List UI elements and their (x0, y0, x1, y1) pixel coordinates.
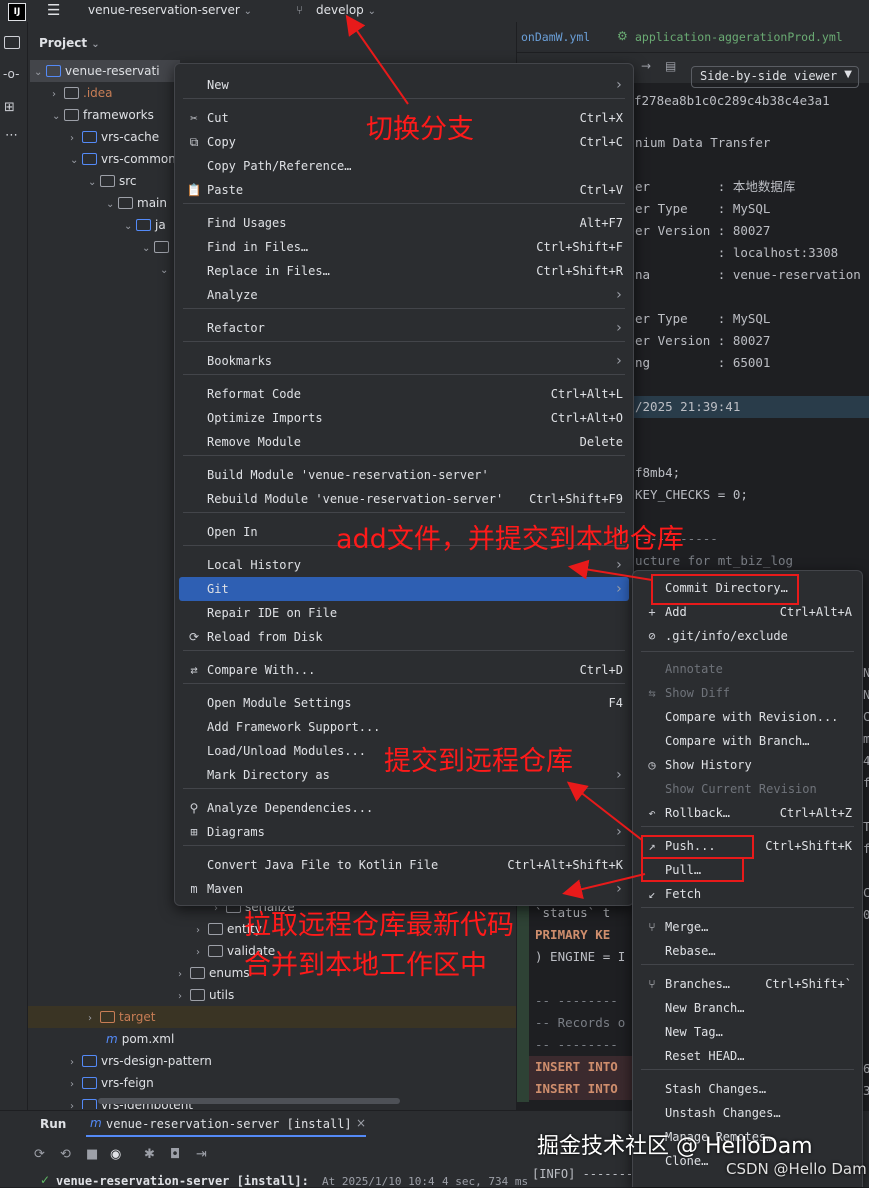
arrow-to-branch (345, 14, 409, 105)
annotation-add-commit: add文件，并提交到本地仓库 (336, 524, 684, 555)
annotation-switch-branch: 切换分支 (366, 114, 474, 145)
juejin-watermark: 掘金技术社区 @ HelloDam (537, 1134, 813, 1159)
arrow-from-commit (568, 559, 653, 581)
csdn-watermark: CSDN @Hello Dam (726, 1160, 867, 1178)
annotation-pull-1: 拉取远程仓库最新代码 (244, 910, 514, 941)
annotation-pull-2: 合并到本地工作区中 (244, 950, 487, 981)
annotation-arrows (345, 14, 653, 899)
arrow-from-push (566, 781, 643, 841)
annotation-push: 提交到远程仓库 (384, 746, 573, 777)
arrow-from-pull (562, 873, 646, 899)
